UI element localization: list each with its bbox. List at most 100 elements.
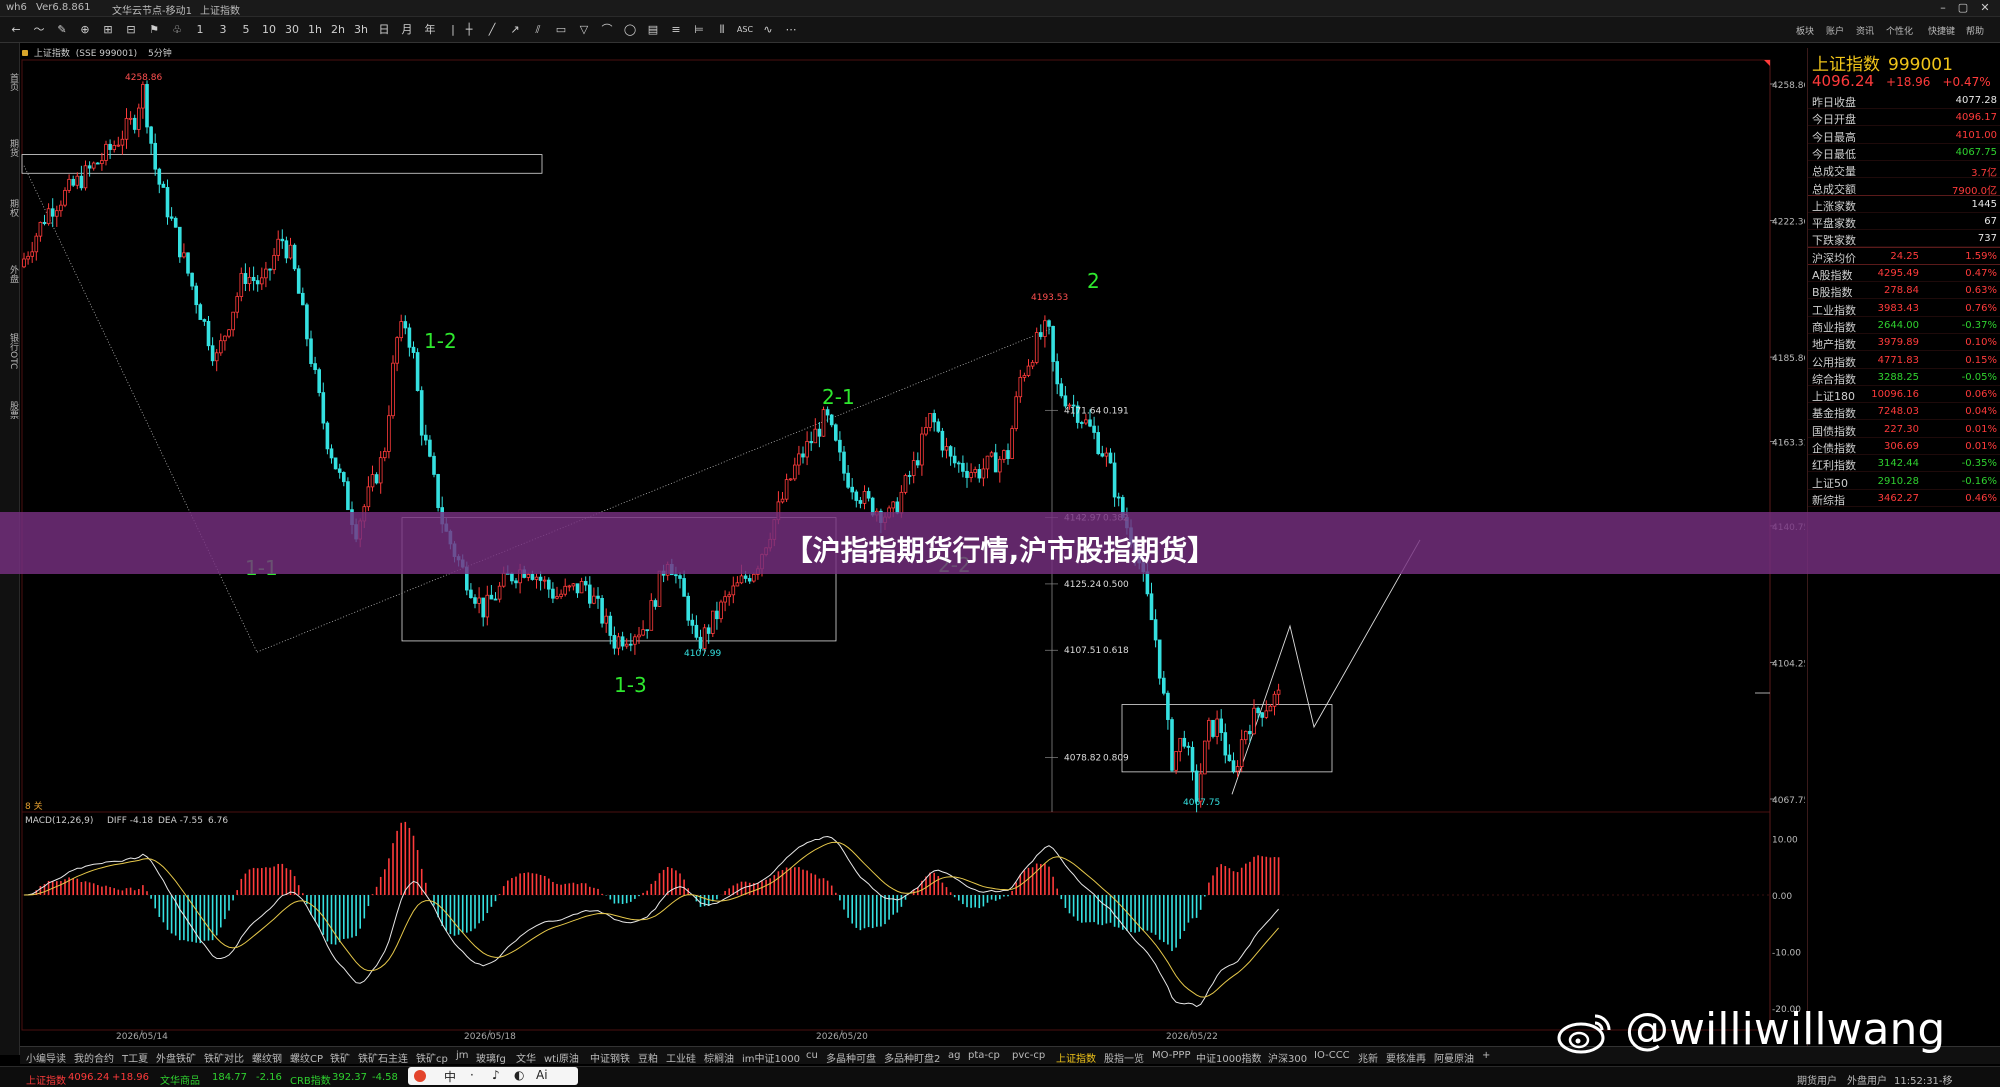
instrument-tab[interactable]: 棕榈油 — [704, 1050, 734, 1065]
vline-icon[interactable]: ⦀ — [712, 22, 732, 38]
grid-icon[interactable]: ▤ — [643, 22, 663, 38]
instrument-tab[interactable]: 铁矿cp — [416, 1050, 448, 1065]
period-月-button[interactable]: 月 — [397, 22, 417, 38]
period-日-button[interactable]: 日 — [374, 22, 394, 38]
quote-row[interactable]: 综合指数 3288.25 -0.05% — [1808, 369, 2000, 386]
instrument-tab[interactable]: 中证1000指数 — [1196, 1050, 1261, 1065]
ellipse-icon[interactable]: ◯ — [620, 22, 640, 38]
instrument-tab[interactable]: 文华 — [516, 1050, 536, 1065]
menu-4[interactable]: 快捷键 — [1928, 24, 1955, 37]
quote-row[interactable]: 企债指数 306.69 0.01% — [1808, 438, 2000, 455]
close-icon[interactable]: ✕ — [1976, 1, 1994, 15]
instrument-tab[interactable]: 要核准再 — [1386, 1050, 1426, 1065]
instrument-tab[interactable]: IO-CCC — [1314, 1050, 1350, 1061]
draw-icon[interactable]: ✎ — [52, 22, 72, 38]
ime-toolbar[interactable]: 中 · ♪ ◐ Ai — [408, 1067, 578, 1085]
line-icon[interactable]: 〜 — [29, 22, 49, 38]
quote-row[interactable]: 沪深均价 24.25 1.59% — [1808, 248, 2000, 265]
text-icon[interactable]: ⌒ — [597, 22, 617, 38]
instrument-tab[interactable]: jm — [456, 1050, 469, 1061]
instrument-tab[interactable]: 多晶种可盘 — [826, 1050, 876, 1065]
quote-row[interactable]: 下跌家数 737 — [1808, 230, 2000, 248]
ime-key[interactable]: 中 — [444, 1068, 456, 1085]
instrument-tab[interactable]: pvc-cp — [1012, 1050, 1045, 1061]
instrument-tab[interactable]: 沪深300 — [1268, 1050, 1307, 1065]
period-10-button[interactable]: 10 — [259, 22, 279, 38]
instrument-tab[interactable]: 豆粕 — [638, 1050, 658, 1065]
period-5-button[interactable]: 5 — [236, 22, 256, 38]
zone-box[interactable] — [21, 154, 543, 174]
instrument-tab[interactable]: MO-PPP — [1152, 1050, 1190, 1061]
instrument-tab[interactable]: 阿曼原油 — [1434, 1050, 1474, 1065]
quote-row[interactable]: 基金指数 7248.03 0.04% — [1808, 403, 2000, 421]
diag-line-icon[interactable]: ╱ — [482, 22, 502, 38]
instrument-tab[interactable]: 兆新 — [1358, 1050, 1378, 1065]
instrument-tab[interactable]: 螺纹CP — [290, 1050, 323, 1065]
quote-row[interactable]: 工业指数 3983.43 0.76% — [1808, 300, 2000, 317]
triangle-icon[interactable]: ▽ — [574, 22, 594, 38]
instrument-tab[interactable]: 铁矿 — [330, 1050, 350, 1065]
instrument-tab[interactable]: 玻璃fg — [476, 1050, 506, 1065]
instrument-tab[interactable]: 铁矿石主连 — [358, 1050, 408, 1065]
bell-icon[interactable]: ♧ — [167, 22, 187, 38]
quote-row[interactable]: 上证180 10096.16 0.06% — [1808, 386, 2000, 404]
period-30-button[interactable]: 30 — [282, 22, 302, 38]
quote-row[interactable]: 商业指数 2644.00 -0.37% — [1808, 317, 2000, 334]
instrument-tab[interactable]: 多品种盯盘2 — [884, 1050, 940, 1065]
ray-icon[interactable]: ↗ — [505, 22, 525, 38]
period-1h-button[interactable]: 1h — [305, 22, 325, 38]
more-icon[interactable]: ⋯ — [781, 22, 801, 38]
wave-icon[interactable]: ∿ — [758, 22, 778, 38]
quote-row[interactable]: 今日开盘 4096.17 — [1808, 109, 2000, 127]
quote-row[interactable]: 上证50 2910.28 -0.16% — [1808, 473, 2000, 490]
instrument-tab[interactable]: T工夏 — [122, 1050, 148, 1065]
instrument-tab[interactable]: 工业硅 — [666, 1050, 696, 1065]
instrument-tab[interactable]: 螺纹钢 — [252, 1050, 282, 1065]
quote-row[interactable]: 今日最高 4101.00 — [1808, 127, 2000, 144]
parallel-icon[interactable]: ⫽ — [528, 22, 548, 38]
quote-row[interactable]: 平盘家数 67 — [1808, 213, 2000, 231]
instrument-tab[interactable]: pta-cp — [968, 1050, 1000, 1061]
quote-row[interactable]: 总成交额 7900.0亿 — [1808, 179, 2000, 197]
instrument-tab[interactable]: 股指一览 — [1104, 1050, 1144, 1065]
quote-row[interactable]: 公用指数 4771.83 0.15% — [1808, 352, 2000, 369]
ime-key[interactable]: ◐ — [514, 1068, 524, 1082]
menu-1[interactable]: 账户 — [1826, 24, 1844, 37]
instrument-tab[interactable]: im中证1000 — [742, 1050, 800, 1065]
projection-line[interactable] — [1231, 539, 1421, 795]
period-3h-button[interactable]: 3h — [351, 22, 371, 38]
period-1-button[interactable]: 1 — [190, 22, 210, 38]
quote-row[interactable]: 新综指 3462.27 0.46% — [1808, 490, 2000, 507]
zoom-in-icon[interactable]: ⊞ — [98, 22, 118, 38]
instrument-tab[interactable]: 小编导读 — [26, 1050, 66, 1065]
quote-row[interactable]: A股指数 4295.49 0.47% — [1808, 265, 2000, 282]
ime-key[interactable]: ♪ — [492, 1068, 500, 1082]
quote-row[interactable]: 今日最低 4067.75 — [1808, 144, 2000, 161]
zoom-out-icon[interactable]: ⊟ — [121, 22, 141, 38]
instrument-tab[interactable]: 铁矿对比 — [204, 1050, 244, 1065]
pin-icon[interactable]: ⊕ — [75, 22, 95, 38]
ime-key[interactable]: · — [470, 1068, 474, 1082]
menu-2[interactable]: 资讯 — [1856, 24, 1874, 37]
rect-icon[interactable]: ▭ — [551, 22, 571, 38]
menu-0[interactable]: 板块 — [1796, 24, 1814, 37]
trendline-down[interactable] — [23, 165, 258, 653]
quote-row[interactable]: 国债指数 227.30 0.01% — [1808, 421, 2000, 438]
instrument-tab[interactable]: cu — [806, 1050, 818, 1061]
quote-row[interactable]: 地产指数 3979.89 0.10% — [1808, 334, 2000, 352]
minimize-icon[interactable]: – — [1934, 1, 1952, 15]
hline-icon[interactable]: ⊨ — [689, 22, 709, 38]
quote-row[interactable]: B股指数 278.84 0.63% — [1808, 282, 2000, 300]
back-icon[interactable]: ← — [6, 22, 26, 38]
quote-row[interactable]: 昨日收盘 4077.28 — [1808, 92, 2000, 109]
menu-5[interactable]: 帮助 — [1966, 24, 1984, 37]
flag-icon[interactable]: ⚑ — [144, 22, 164, 38]
maximize-icon[interactable]: ▢ — [1954, 1, 1972, 15]
period-3-button[interactable]: 3 — [213, 22, 233, 38]
instrument-tab[interactable]: ag — [948, 1050, 960, 1061]
instrument-tab[interactable]: 我的合约 — [74, 1050, 114, 1065]
quote-row[interactable]: 总成交量 3.7亿 — [1808, 161, 2000, 179]
fib-icon[interactable]: ≡ — [666, 22, 686, 38]
cursor-icon[interactable]: ┼ — [459, 22, 479, 38]
period-2h-button[interactable]: 2h — [328, 22, 348, 38]
